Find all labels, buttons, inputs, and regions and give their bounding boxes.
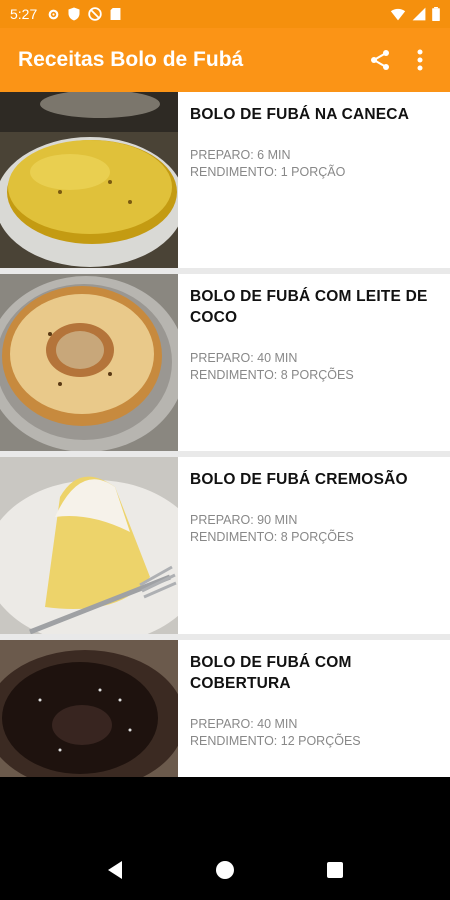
recipe-title: BOLO DE FUBÁ COM LEITE DE COCO <box>190 288 428 326</box>
status-time: 5:27 <box>10 6 38 22</box>
recipe-prep-time: PREPARO: 90 MIN <box>190 513 298 527</box>
navigation-bar <box>0 840 450 900</box>
status-icons <box>47 7 121 21</box>
recipe-image <box>0 640 178 777</box>
battery-icon <box>432 7 440 21</box>
back-icon <box>108 861 122 879</box>
recipe-prep-time: PREPARO: 40 MIN <box>190 717 298 731</box>
recipe-card[interactable]: BOLO DE FUBÁ COM LEITE DE COCO PREPARO: … <box>0 274 450 451</box>
recipe-servings: RENDIMENTO: 12 PORÇÕES <box>190 734 361 748</box>
recipe-prep-time: PREPARO: 40 MIN <box>190 351 298 365</box>
recipe-title: BOLO DE FUBÁ NA CANECA <box>190 106 410 123</box>
recipe-image <box>0 92 178 268</box>
no-disturb-icon <box>88 7 102 21</box>
signal-icon <box>412 7 426 21</box>
recipe-servings: RENDIMENTO: 8 PORÇÕES <box>190 368 354 382</box>
recipe-prep-time: PREPARO: 6 MIN <box>190 148 291 162</box>
recipe-card[interactable]: BOLO DE FUBÁ NA CANECA PREPARO: 6 MIN RE… <box>0 92 450 268</box>
recipe-meta: PREPARO: 90 MIN RENDIMENTO: 8 PORÇÕES <box>190 512 438 546</box>
recipe-info: BOLO DE FUBÁ CREMOSÃO PREPARO: 90 MIN RE… <box>178 457 450 634</box>
recipe-info: BOLO DE FUBÁ COM LEITE DE COCO PREPARO: … <box>178 274 450 451</box>
recipe-title: BOLO DE FUBÁ COM COBERTURA <box>190 654 352 692</box>
page-title: Receitas Bolo de Fubá <box>18 48 244 71</box>
recipe-servings: RENDIMENTO: 8 PORÇÕES <box>190 530 354 544</box>
app-bar: Receitas Bolo de Fubá <box>0 28 450 92</box>
settings-icon <box>48 9 59 19</box>
recipe-card[interactable]: BOLO DE FUBÁ COM COBERTURA PREPARO: 40 M… <box>0 640 450 777</box>
more-vert-icon <box>417 49 423 71</box>
overflow-menu-button[interactable] <box>400 40 440 80</box>
recipe-info: BOLO DE FUBÁ COM COBERTURA PREPARO: 40 M… <box>178 640 450 777</box>
recipe-card[interactable]: BOLO DE FUBÁ CREMOSÃO PREPARO: 90 MIN RE… <box>0 457 450 634</box>
recipe-list[interactable]: BOLO DE FUBÁ NA CANECA PREPARO: 6 MIN RE… <box>0 92 450 777</box>
recipe-info: BOLO DE FUBÁ NA CANECA PREPARO: 6 MIN RE… <box>178 92 450 268</box>
recipe-meta: PREPARO: 6 MIN RENDIMENTO: 1 PORÇÃO <box>190 147 438 181</box>
recents-icon <box>327 862 343 878</box>
shield-icon <box>68 7 80 21</box>
status-bar: 5:27 <box>0 0 450 28</box>
recents-button[interactable] <box>315 850 355 890</box>
wifi-icon <box>390 8 406 20</box>
share-button[interactable] <box>360 40 400 80</box>
recipe-image <box>0 274 178 451</box>
status-right <box>390 7 440 21</box>
sd-card-icon <box>110 7 121 21</box>
home-button[interactable] <box>205 850 245 890</box>
recipe-title: BOLO DE FUBÁ CREMOSÃO <box>190 471 408 488</box>
recipe-meta: PREPARO: 40 MIN RENDIMENTO: 8 PORÇÕES <box>190 350 438 384</box>
recipe-image <box>0 457 178 634</box>
recipe-meta: PREPARO: 40 MIN RENDIMENTO: 12 PORÇÕES <box>190 716 438 750</box>
home-icon <box>216 861 234 879</box>
back-button[interactable] <box>95 850 135 890</box>
recipe-servings: RENDIMENTO: 1 PORÇÃO <box>190 165 346 179</box>
share-icon <box>371 50 389 70</box>
